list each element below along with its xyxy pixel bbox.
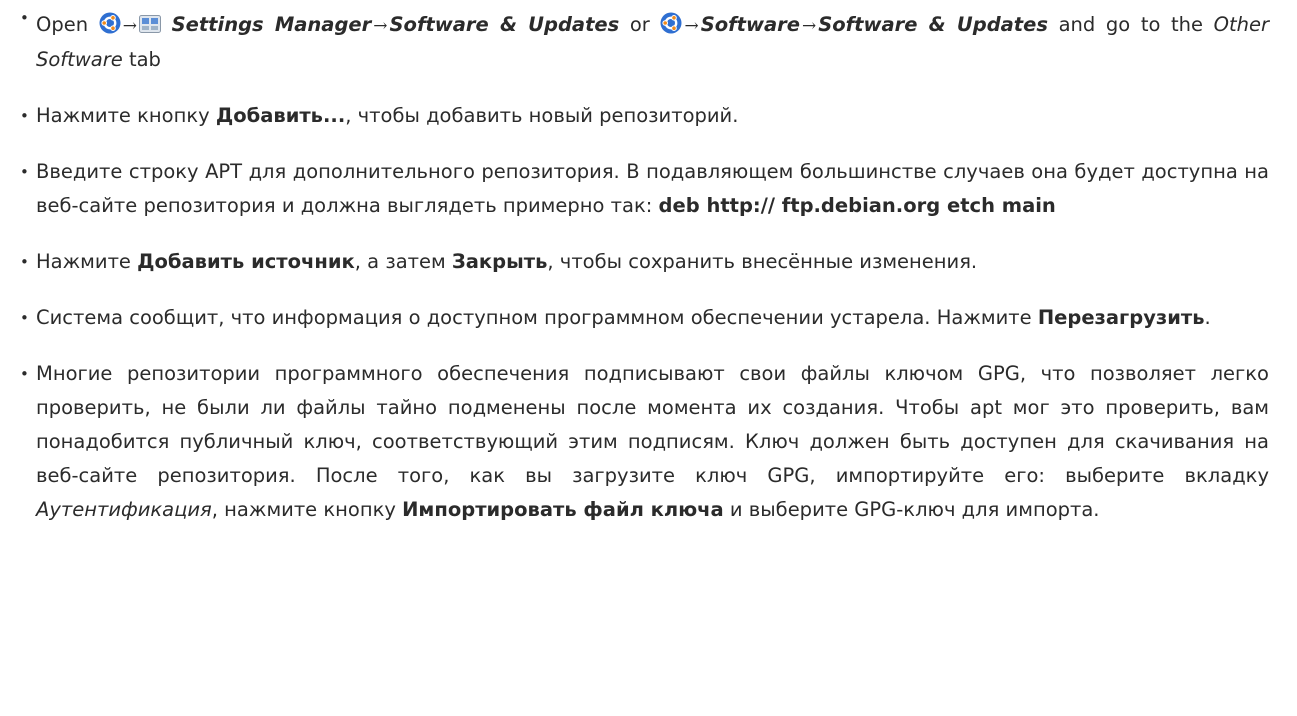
open-text: Open xyxy=(36,13,89,36)
apt-line-example: deb http:// ftp.debian.org etch main xyxy=(658,194,1056,217)
arrow-icon: → xyxy=(801,16,817,36)
or-text: or xyxy=(629,13,650,36)
authentication-tab-label: Аутентификация xyxy=(36,498,212,521)
software-updates-label-2: Software & Updates xyxy=(818,13,1048,36)
ubuntu-logo-icon xyxy=(99,12,121,34)
software-updates-label: Software & Updates xyxy=(389,13,620,36)
step-text: Система сообщит, что информация о доступ… xyxy=(36,306,1038,329)
step-text: и выберите GPG-ключ для импорта. xyxy=(723,498,1100,521)
arrow-icon: → xyxy=(373,16,388,36)
step-text: , нажмите кнопку xyxy=(211,498,403,521)
settings-manager-icon xyxy=(138,15,161,33)
add-button-label: Добавить... xyxy=(215,104,346,127)
step-text: Введите строку APT для дополнительного р… xyxy=(36,160,1269,217)
import-key-file-label: Импортировать файл ключа xyxy=(402,498,724,521)
document: Open → Settings Manager→Software & Updat… xyxy=(0,0,1297,716)
step-gpg-key: Многие репозитории программного обеспече… xyxy=(20,357,1269,527)
step-apt-line: Введите строку APT для дополнительного р… xyxy=(20,155,1269,223)
step-text: Нажмите xyxy=(36,250,138,273)
close-label: Закрыть xyxy=(451,250,548,273)
step-text: . xyxy=(1204,306,1211,329)
arrow-icon: → xyxy=(684,16,699,36)
add-source-label: Добавить источник xyxy=(137,250,355,273)
step-text: , а затем xyxy=(354,250,452,273)
tab-text: tab xyxy=(128,48,161,71)
step-text: , чтобы добавить новый репозиторий. xyxy=(345,104,739,127)
arrow-icon: → xyxy=(122,16,137,36)
reload-label: Перезагрузить xyxy=(1037,306,1205,329)
step-add-source: Нажмите Добавить источник, а затем Закры… xyxy=(20,245,1269,279)
settings-manager-label: Settings Manager xyxy=(171,13,372,36)
and-go-text: and go to the xyxy=(1058,13,1204,36)
step-add-button: Нажмите кнопку Добавить..., чтобы добави… xyxy=(20,99,1269,133)
step-text: , чтобы сохранить внесённые изменения. xyxy=(547,250,978,273)
ubuntu-logo-icon xyxy=(660,12,682,34)
software-label: Software xyxy=(700,13,800,36)
step-open-settings: Open → Settings Manager→Software & Updat… xyxy=(20,1,1269,77)
step-text: Нажмите кнопку xyxy=(36,104,216,127)
step-reload: Система сообщит, что информация о доступ… xyxy=(20,301,1269,335)
step-text: Многие репозитории программного обеспече… xyxy=(36,362,1269,487)
steps-list: Open → Settings Manager→Software & Updat… xyxy=(20,1,1269,527)
